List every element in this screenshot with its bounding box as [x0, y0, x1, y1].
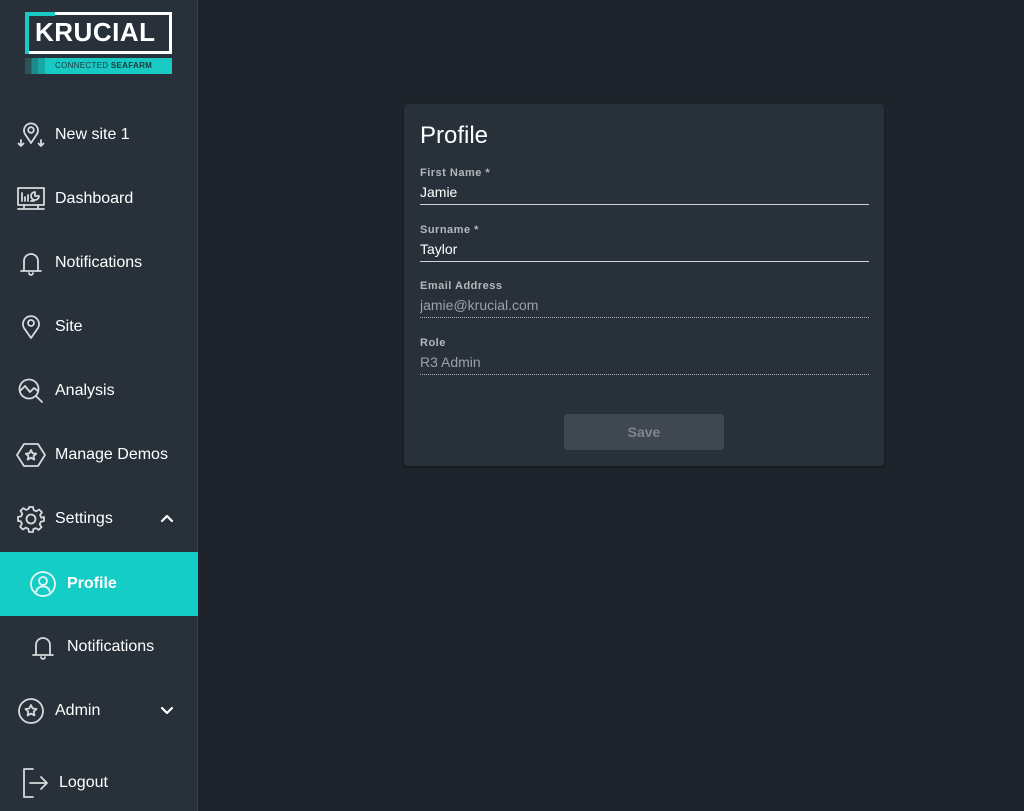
map-pin-arrows-icon: [16, 120, 46, 150]
gear-icon: [16, 504, 46, 534]
role-label: Role: [420, 337, 446, 349]
logo-tagline: CONNECTED SEAFARM: [25, 58, 172, 74]
sidebar-item-dashboard[interactable]: Dashboard: [0, 167, 198, 231]
save-button[interactable]: Save: [564, 414, 724, 450]
sidebar-item-analysis[interactable]: Analysis: [0, 359, 198, 423]
sidebar-item-notifications[interactable]: Notifications: [0, 231, 198, 295]
first-name-field: First Name *: [420, 166, 869, 205]
user-circle-icon: [28, 569, 58, 599]
bell-icon: [28, 632, 58, 662]
sidebar-item-new-site[interactable]: New site 1: [0, 103, 198, 167]
logo-text: KRUCIAL: [35, 17, 156, 47]
surname-label: Surname *: [420, 224, 479, 236]
krucial-logo[interactable]: KRUCIAL CONNECTED SEAFARM: [25, 12, 173, 74]
monitor-chart-icon: [16, 184, 46, 214]
map-pin-icon: [16, 312, 46, 342]
chevron-down-icon[interactable]: [160, 703, 174, 717]
surname-field: Surname *: [420, 223, 869, 262]
star-circle-icon: [16, 696, 46, 726]
sidebar-item-profile[interactable]: Profile: [0, 552, 198, 616]
chevron-up-icon[interactable]: [160, 511, 174, 525]
analysis-magnifier-icon: [16, 376, 46, 406]
role-input: [420, 350, 869, 374]
bell-icon: [16, 248, 46, 278]
profile-card: Profile First Name * Surname * Email Add…: [404, 104, 884, 466]
sidebar-item-admin[interactable]: Admin: [0, 679, 198, 743]
sidebar-item-settings-notifications[interactable]: Notifications: [0, 615, 198, 679]
hexagon-star-icon: [16, 440, 46, 470]
sidebar-item-settings[interactable]: Settings: [0, 487, 198, 551]
role-field: Role: [420, 336, 869, 375]
logout-icon: [20, 768, 50, 798]
email-label: Email Address: [420, 280, 503, 292]
page-title: Profile: [420, 122, 489, 149]
sidebar-item-manage-demos[interactable]: Manage Demos: [0, 423, 198, 487]
surname-input[interactable]: [420, 237, 869, 261]
sidebar-item-site[interactable]: Site: [0, 295, 198, 359]
sidebar-item-logout[interactable]: Logout: [0, 751, 198, 811]
first-name-input[interactable]: [420, 180, 869, 204]
email-input: [420, 293, 869, 317]
sidebar: KRUCIAL CONNECTED SEAFARM New site 1 Das…: [0, 0, 198, 811]
email-field: Email Address: [420, 279, 869, 318]
first-name-label: First Name *: [420, 167, 491, 179]
